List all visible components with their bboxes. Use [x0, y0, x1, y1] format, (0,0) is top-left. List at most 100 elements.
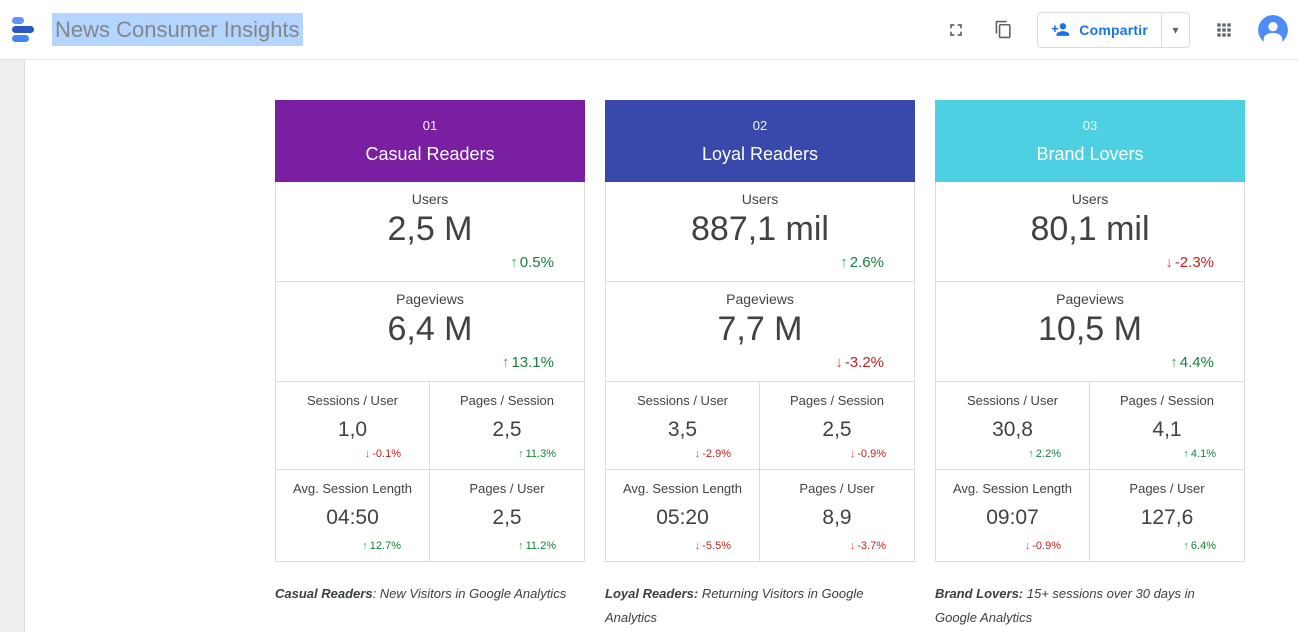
trend-down-icon: ↓ — [1025, 540, 1031, 552]
metric-value: 2,5 M — [276, 210, 584, 249]
trend-down-icon: ↓ — [365, 448, 371, 460]
metric-label: Users — [936, 191, 1244, 207]
share-button-main[interactable]: Compartir — [1038, 13, 1161, 47]
metric-label: Pages / User — [760, 481, 914, 496]
trend-down-icon: ↓ — [835, 354, 843, 371]
delta-value: -0.9% — [857, 448, 886, 460]
metric-label: Users — [606, 191, 914, 207]
panel-footnote: Casual Readers: New Visitors in Google A… — [275, 582, 579, 606]
avg-session-length-cell: Avg. Session Length 09:07 ↓-0.9% — [935, 470, 1090, 562]
pages-per-session-cell: Pages / Session 2,5 ↓-0.9% — [760, 382, 915, 470]
delta-value: 12.7% — [370, 540, 401, 552]
copy-icon — [994, 20, 1013, 39]
trend-up-icon: ↑ — [502, 354, 510, 371]
metric-value: 3,5 — [606, 418, 759, 442]
metric-delta: ↓-0.1% — [365, 448, 401, 460]
metric-delta: ↑11.2% — [518, 540, 556, 552]
metric-label: Avg. Session Length — [606, 481, 759, 496]
metric-delta: ↓-2.9% — [695, 448, 731, 460]
metric-delta: ↑12.7% — [362, 540, 401, 552]
metric-delta: ↑6.4% — [1183, 540, 1216, 552]
metric-delta: ↓-0.9% — [850, 448, 886, 460]
metric-delta: ↑2.6% — [840, 254, 884, 271]
metric-cell-row: Sessions / User 30,8 ↑2.2% Pages / Sessi… — [935, 382, 1245, 470]
metric-value: 6,4 M — [276, 310, 584, 349]
metric-value: 09:07 — [936, 506, 1089, 530]
metric-label: Sessions / User — [936, 393, 1089, 408]
panel-footnote: Brand Lovers: 15+ sessions over 30 days … — [935, 582, 1239, 630]
panel-header: 02 Loyal Readers — [605, 100, 915, 182]
delta-value: 11.2% — [526, 540, 556, 552]
trend-down-icon: ↓ — [695, 448, 701, 460]
panel-title: Loyal Readers — [605, 144, 915, 165]
fullscreen-button[interactable] — [943, 17, 969, 43]
sessions-per-user-cell: Sessions / User 3,5 ↓-2.9% — [605, 382, 760, 470]
panel-number: 01 — [275, 118, 585, 133]
users-scorecard: Users 80,1 mil ↓-2.3% — [935, 182, 1245, 282]
panel-number: 03 — [935, 118, 1245, 133]
delta-value: -3.7% — [857, 540, 886, 552]
pages-per-user-cell: Pages / User 2,5 ↑11.2% — [430, 470, 585, 562]
metric-value: 30,8 — [936, 418, 1089, 442]
panel-header: 01 Casual Readers — [275, 100, 585, 182]
report-title[interactable]: News Consumer Insights — [52, 13, 303, 46]
metric-cell-row: Sessions / User 1,0 ↓-0.1% Pages / Sessi… — [275, 382, 585, 470]
trend-up-icon: ↑ — [1183, 540, 1189, 552]
metric-delta: ↓-3.2% — [835, 354, 884, 371]
footnote-lead: Loyal Readers: — [605, 586, 698, 601]
logo-bar — [12, 26, 34, 33]
metric-label: Users — [276, 191, 584, 207]
copy-report-button[interactable] — [990, 17, 1016, 43]
chevron-down-icon: ▾ — [1172, 23, 1178, 37]
footnote-lead: Casual Readers — [275, 586, 373, 601]
metric-delta: ↓-2.3% — [1165, 254, 1214, 271]
metric-label: Avg. Session Length — [936, 481, 1089, 496]
share-dropdown-caret[interactable]: ▾ — [1162, 13, 1189, 47]
users-scorecard: Users 887,1 mil ↑2.6% — [605, 182, 915, 282]
trend-up-icon: ↑ — [1028, 448, 1034, 460]
metric-delta: ↑11.3% — [518, 448, 556, 460]
segment-panel-brand-lovers: 03 Brand Lovers Users 80,1 mil ↓-2.3% Pa… — [935, 100, 1245, 630]
delta-value: 2.2% — [1036, 448, 1061, 460]
metric-label: Pages / User — [430, 481, 584, 496]
metric-cell-row: Avg. Session Length 05:20 ↓-5.5% Pages /… — [605, 470, 915, 562]
delta-value: -2.3% — [1175, 254, 1214, 271]
delta-value: 11.3% — [526, 448, 556, 460]
trend-up-icon: ↑ — [518, 540, 524, 552]
trend-up-icon: ↑ — [840, 254, 848, 271]
apps-grid-button[interactable] — [1211, 17, 1237, 43]
metric-label: Sessions / User — [606, 393, 759, 408]
pages-per-user-cell: Pages / User 127,6 ↑6.4% — [1090, 470, 1245, 562]
metric-cell-row: Avg. Session Length 09:07 ↓-0.9% Pages /… — [935, 470, 1245, 562]
metric-value: 2,5 — [430, 418, 584, 442]
metric-value: 80,1 mil — [936, 210, 1244, 249]
account-avatar[interactable] — [1258, 15, 1288, 45]
delta-value: -3.2% — [845, 354, 884, 371]
metric-delta: ↑4.1% — [1183, 448, 1216, 460]
metric-value: 127,6 — [1090, 506, 1244, 530]
top-app-bar: News Consumer Insights Compartir ▾ — [0, 0, 1298, 60]
metric-value: 2,5 — [430, 506, 584, 530]
trend-up-icon: ↑ — [518, 448, 524, 460]
metric-delta: ↑4.4% — [1170, 354, 1214, 371]
metric-delta: ↑13.1% — [502, 354, 554, 371]
segment-panel-casual-readers: 01 Casual Readers Users 2,5 M ↑0.5% Page… — [275, 100, 585, 630]
panel-number: 02 — [605, 118, 915, 133]
metric-value: 4,1 — [1090, 418, 1244, 442]
trend-down-icon: ↓ — [850, 448, 856, 460]
data-studio-logo[interactable] — [12, 15, 42, 45]
footnote-lead: Brand Lovers: — [935, 586, 1023, 601]
metric-label: Sessions / User — [276, 393, 429, 408]
panel-header: 03 Brand Lovers — [935, 100, 1245, 182]
metric-value: 04:50 — [276, 506, 429, 530]
metric-delta: ↓-0.9% — [1025, 540, 1061, 552]
share-button[interactable]: Compartir ▾ — [1037, 12, 1190, 48]
metric-value: 10,5 M — [936, 310, 1244, 349]
metric-delta: ↑0.5% — [510, 254, 554, 271]
fullscreen-icon — [946, 20, 966, 40]
sessions-per-user-cell: Sessions / User 30,8 ↑2.2% — [935, 382, 1090, 470]
metric-label: Pages / Session — [1090, 393, 1244, 408]
apps-grid-icon — [1214, 20, 1234, 40]
trend-down-icon: ↓ — [850, 540, 856, 552]
logo-bar — [12, 17, 24, 24]
